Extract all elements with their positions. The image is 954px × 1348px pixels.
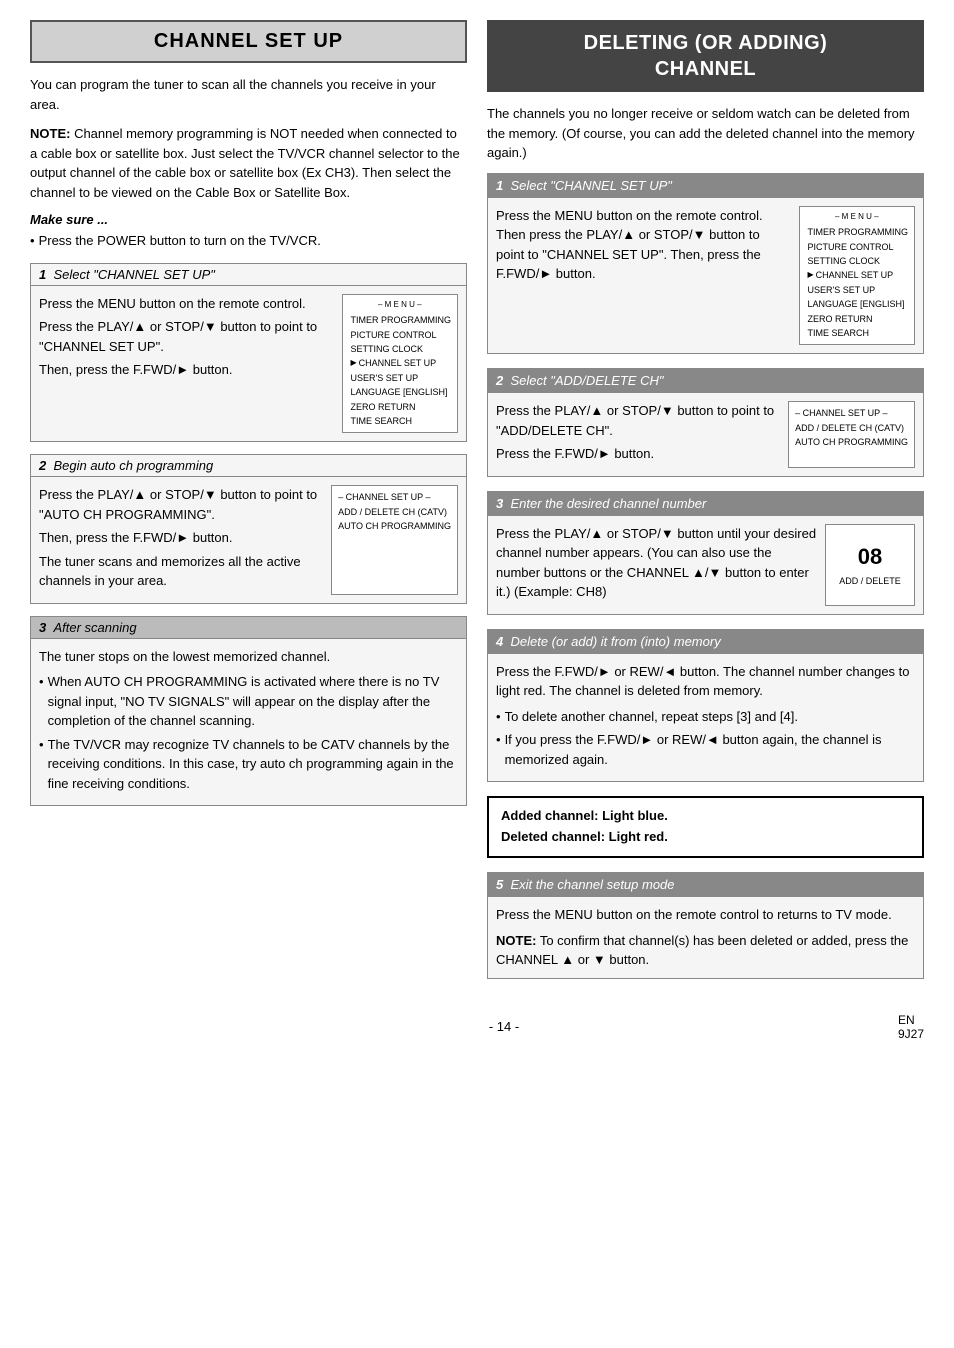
make-sure-bullet: Press the POWER button to turn on the TV… bbox=[30, 231, 467, 251]
right-step5-header: 5 Exit the channel setup mode bbox=[488, 873, 923, 897]
left-step2-text: Press the PLAY/▲ or STOP/▼ button to poi… bbox=[39, 485, 323, 595]
left-note: NOTE: Channel memory programming is NOT … bbox=[30, 124, 467, 202]
left-step3-box: 3 After scanning The tuner stops on the … bbox=[30, 616, 467, 807]
page-number: - 14 - bbox=[110, 1019, 898, 1034]
right-step4-content: Press the F.FWD/► or REW/◄ button. The c… bbox=[488, 654, 923, 782]
menu-item: ZERO RETURN bbox=[806, 312, 909, 326]
menu-item: TIMER PROGRAMMING bbox=[806, 225, 909, 239]
right-step5-note: NOTE: To confirm that channel(s) has bee… bbox=[496, 931, 915, 970]
left-step1-menu: – M E N U – TIMER PROGRAMMING PICTURE CO… bbox=[342, 294, 459, 434]
right-step2-content: Press the PLAY/▲ or STOP/▼ button to poi… bbox=[488, 393, 923, 476]
menu-item: TIMER PROGRAMMING bbox=[349, 313, 452, 327]
menu-item: SETTING CLOCK bbox=[806, 254, 909, 268]
right-step2-menu: – CHANNEL SET UP – ADD / DELETE CH (CATV… bbox=[788, 401, 915, 468]
right-step4-bullet1: To delete another channel, repeat steps … bbox=[496, 707, 915, 727]
deleting-header: DELETING (OR ADDING) CHANNEL bbox=[487, 20, 924, 92]
right-step5-content: Press the MENU button on the remote cont… bbox=[488, 897, 923, 978]
left-column: CHANNEL SET UP You can program the tuner… bbox=[30, 20, 467, 993]
right-step3-content: Press the PLAY/▲ or STOP/▼ button until … bbox=[488, 516, 923, 614]
channel-setup-header: CHANNEL SET UP bbox=[30, 20, 467, 63]
make-sure-label: Make sure ... bbox=[30, 212, 467, 227]
right-step1-header: 1 Select "CHANNEL SET UP" bbox=[488, 174, 923, 198]
right-column: DELETING (OR ADDING) CHANNEL The channel… bbox=[487, 20, 924, 993]
right-step3-display: 08 ADD / DELETE bbox=[825, 524, 915, 606]
right-step2-text: Press the PLAY/▲ or STOP/▼ button to poi… bbox=[496, 401, 780, 468]
page-code: EN 9J27 bbox=[898, 1013, 924, 1041]
right-step2-box: 2 Select "ADD/DELETE CH" Press the PLAY/… bbox=[487, 368, 924, 477]
menu-item: ADD / DELETE CH (CATV) bbox=[338, 505, 451, 519]
right-step3-header: 3 Enter the desired channel number bbox=[488, 492, 923, 516]
right-step3-box: 3 Enter the desired channel number Press… bbox=[487, 491, 924, 615]
left-step2-menu: – CHANNEL SET UP – ADD / DELETE CH (CATV… bbox=[331, 485, 458, 595]
menu-item: USER'S SET UP bbox=[806, 283, 909, 297]
right-step1-menu: – M E N U – TIMER PROGRAMMING PICTURE CO… bbox=[799, 206, 916, 346]
left-step2-box: 2 Begin auto ch programming Press the PL… bbox=[30, 454, 467, 604]
menu-item: PICTURE CONTROL bbox=[806, 240, 909, 254]
menu-item: LANGUAGE [ENGLISH] bbox=[806, 297, 909, 311]
left-step2-content: Press the PLAY/▲ or STOP/▼ button to poi… bbox=[31, 477, 466, 603]
right-step1-content: Press the MENU button on the remote cont… bbox=[488, 198, 923, 354]
left-step1-box: 1 Select "CHANNEL SET UP" Press the MENU… bbox=[30, 263, 467, 443]
menu-item: USER'S SET UP bbox=[349, 371, 452, 385]
left-intro: You can program the tuner to scan all th… bbox=[30, 75, 467, 114]
right-step1-box: 1 Select "CHANNEL SET UP" Press the MENU… bbox=[487, 173, 924, 355]
menu-item-selected: CHANNEL SET UP bbox=[806, 268, 909, 282]
left-step1-content: Press the MENU button on the remote cont… bbox=[31, 286, 466, 442]
right-step4-header: 4 Delete (or add) it from (into) memory bbox=[488, 630, 923, 654]
right-step5-box: 5 Exit the channel setup mode Press the … bbox=[487, 872, 924, 979]
menu-item: AUTO CH PROGRAMMING bbox=[795, 435, 908, 449]
left-step3-bullet2: The TV/VCR may recognize TV channels to … bbox=[39, 735, 458, 794]
left-step3-bullet1: When AUTO CH PROGRAMMING is activated wh… bbox=[39, 672, 458, 731]
left-step1-header: 1 Select "CHANNEL SET UP" bbox=[31, 264, 466, 286]
menu-item-selected: ADD / DELETE CH (CATV) bbox=[795, 421, 908, 435]
right-step4-bullet2: If you press the F.FWD/► or REW/◄ button… bbox=[496, 730, 915, 769]
right-step1-text: Press the MENU button on the remote cont… bbox=[496, 206, 791, 346]
left-step3-header: 3 After scanning bbox=[31, 617, 466, 639]
menu-item-selected: CHANNEL SET UP bbox=[349, 356, 452, 370]
menu-item: TIME SEARCH bbox=[349, 414, 452, 428]
menu-item: TIME SEARCH bbox=[806, 326, 909, 340]
menu-item: ZERO RETURN bbox=[349, 400, 452, 414]
note-box: Added channel: Light blue. Deleted chann… bbox=[487, 796, 924, 858]
right-step3-text: Press the PLAY/▲ or STOP/▼ button until … bbox=[496, 524, 817, 606]
left-step2-header: 2 Begin auto ch programming bbox=[31, 455, 466, 477]
right-step4-box: 4 Delete (or add) it from (into) memory … bbox=[487, 629, 924, 783]
right-intro: The channels you no longer receive or se… bbox=[487, 104, 924, 163]
page-footer: - 14 - EN 9J27 bbox=[30, 1013, 924, 1041]
menu-item: SETTING CLOCK bbox=[349, 342, 452, 356]
menu-item: LANGUAGE [ENGLISH] bbox=[349, 385, 452, 399]
left-step1-text: Press the MENU button on the remote cont… bbox=[39, 294, 334, 434]
menu-item-selected: AUTO CH PROGRAMMING bbox=[338, 519, 451, 533]
left-step3-content: The tuner stops on the lowest memorized … bbox=[31, 639, 466, 806]
menu-item: PICTURE CONTROL bbox=[349, 328, 452, 342]
right-step2-header: 2 Select "ADD/DELETE CH" bbox=[488, 369, 923, 393]
